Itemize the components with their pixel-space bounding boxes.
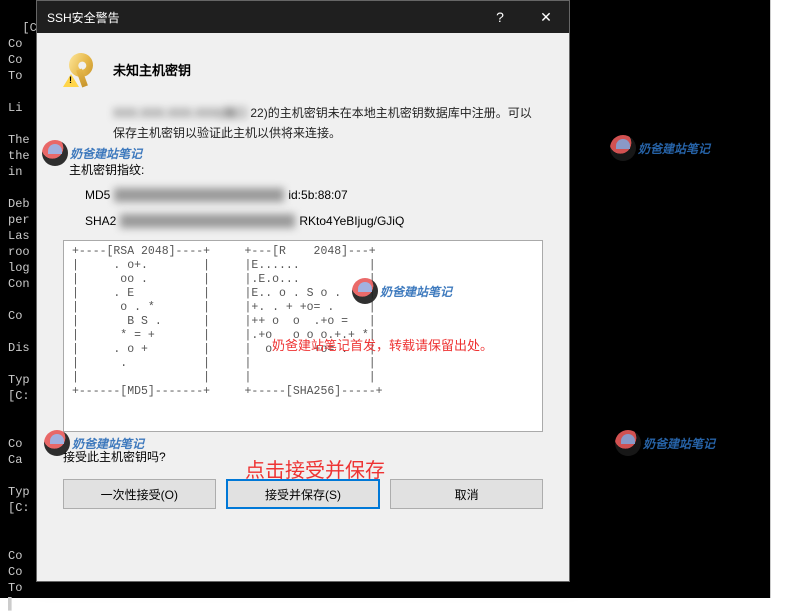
ssh-warning-dialog: SSH安全警告 ? ✕ 未知主机密钥 XXX.XXX.XXX.XXX(端口 22… xyxy=(36,0,570,582)
dialog-heading: 未知主机密钥 xyxy=(113,60,191,79)
right-panel-strip xyxy=(770,0,800,598)
accept-save-button[interactable]: 接受并保存(S) xyxy=(226,479,381,509)
help-icon: ? xyxy=(496,9,504,25)
dialog-title: SSH安全警告 xyxy=(47,9,477,26)
dialog-description: XXX.XXX.XXX.XXX(端口 22)的主机密钥未在本地主机密钥数据库中注… xyxy=(113,103,543,143)
host-address-blurred: XXX.XXX.XXX.XXX(端口 xyxy=(113,106,247,120)
dialog-body: 未知主机密钥 XXX.XXX.XXX.XXX(端口 22)的主机密钥未在本地主机… xyxy=(37,33,569,581)
md5-blurred: xx:xx:xx:xx:xx:xx:xx:xx:xx:xx:xx xyxy=(114,188,284,202)
cancel-button[interactable]: 取消 xyxy=(390,479,543,509)
accept-prompt: 接受此主机密钥吗? xyxy=(63,448,543,465)
accept-once-button[interactable]: 一次性接受(O) xyxy=(63,479,216,509)
titlebar-close-button[interactable]: ✕ xyxy=(523,1,569,33)
ascii-art-fingerprint: +----[RSA 2048]----+ +---[R 2048]---+ | … xyxy=(63,240,543,432)
dialog-titlebar[interactable]: SSH安全警告 ? ✕ xyxy=(37,1,569,33)
close-icon: ✕ xyxy=(540,9,552,26)
fingerprint-label: 主机密钥指纹: xyxy=(69,161,543,178)
key-warning-icon xyxy=(63,51,99,87)
titlebar-help-button[interactable]: ? xyxy=(477,1,523,33)
sha-blurred: xxxxxxxxxxxxxxxxxxxxxxxxxxxxxxxx xyxy=(120,214,295,228)
sha-fingerprint: SHA2 xxxxxxxxxxxxxxxxxxxxxxxxxxxxxxxx RK… xyxy=(85,214,543,228)
dialog-button-row: 一次性接受(O) 接受并保存(S) 取消 xyxy=(63,479,543,509)
md5-fingerprint: MD5 xx:xx:xx:xx:xx:xx:xx:xx:xx:xx:xx id:… xyxy=(85,188,543,202)
